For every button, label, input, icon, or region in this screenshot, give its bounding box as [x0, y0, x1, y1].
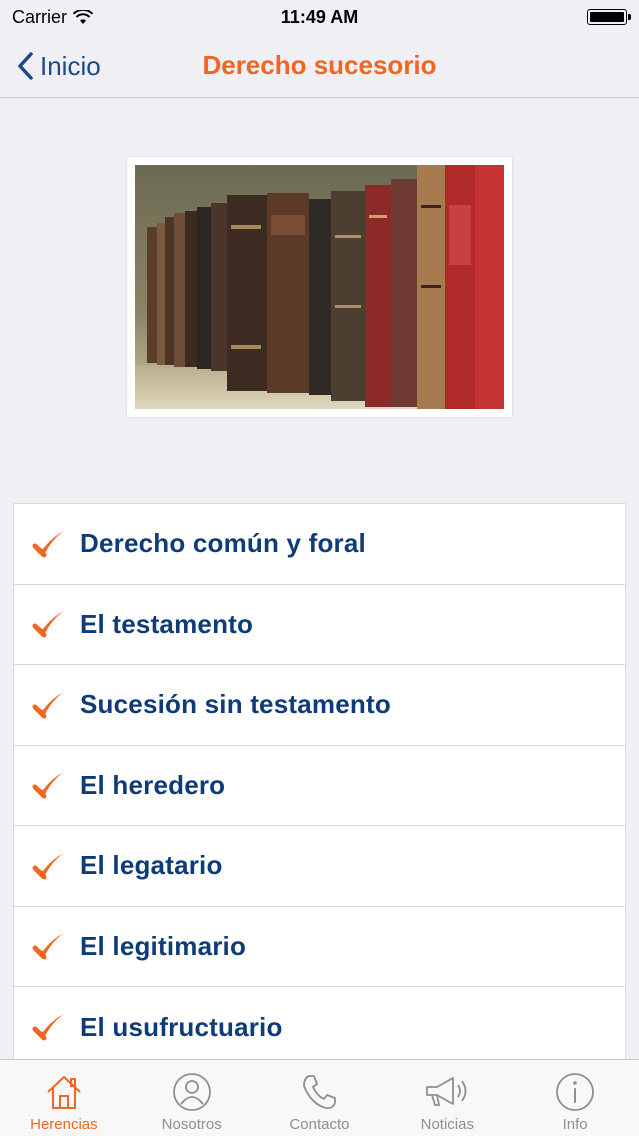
- carrier-label: Carrier: [12, 6, 68, 27]
- info-icon: [556, 1073, 594, 1111]
- tab-info[interactable]: Info: [511, 1060, 639, 1136]
- chevron-left-icon: [18, 52, 33, 80]
- status-left: Carrier: [12, 6, 94, 28]
- checkmark-icon: [14, 929, 80, 963]
- books-on-shelf-photo: [135, 165, 504, 409]
- list-item-label: Sucesión sin testamento: [80, 689, 391, 720]
- list-item-label: El legatario: [80, 850, 223, 881]
- list-item-label: El testamento: [80, 608, 254, 639]
- navigation-bar: Inicio Derecho sucesorio: [0, 34, 639, 98]
- megaphone-icon: [426, 1077, 467, 1106]
- battery-fill: [590, 12, 624, 22]
- tab-label: Noticias: [420, 1116, 474, 1133]
- topic-list: Derecho común y foral El testamento Suce…: [13, 503, 626, 1069]
- back-button[interactable]: Inicio: [16, 48, 101, 84]
- list-item-label: El usufructuario: [80, 1011, 283, 1042]
- hero-image-frame: [127, 157, 512, 417]
- tab-label: Nosotros: [161, 1116, 222, 1133]
- tab-label: Contacto: [289, 1116, 350, 1133]
- list-item[interactable]: El usufructuario: [14, 987, 625, 1068]
- person-icon: [172, 1073, 211, 1111]
- tab-label: Info: [562, 1116, 588, 1133]
- checkmark-icon: [14, 527, 80, 561]
- status-time: 11:49 AM: [280, 6, 359, 27]
- tab-label: Herencias: [30, 1116, 98, 1133]
- tab-bar: Herencias Nosotros Contacto Noticias Inf…: [0, 1059, 639, 1136]
- list-item[interactable]: Derecho común y foral: [14, 504, 625, 585]
- list-item-label: El legitimario: [80, 930, 247, 961]
- list-item[interactable]: El legitimario: [14, 907, 625, 987]
- tab-nosotros[interactable]: Nosotros: [128, 1060, 256, 1136]
- checkmark-icon: [14, 1010, 80, 1044]
- back-button-label: Inicio: [40, 50, 101, 81]
- wifi-icon: [73, 9, 94, 24]
- house-icon: [47, 1076, 81, 1109]
- list-item[interactable]: El testamento: [14, 585, 625, 665]
- checkmark-icon: [14, 768, 80, 802]
- list-item-label: Derecho común y foral: [80, 528, 366, 559]
- checkmark-icon: [14, 688, 80, 722]
- tab-herencias[interactable]: Herencias: [0, 1060, 128, 1136]
- list-item[interactable]: El legatario: [14, 826, 625, 907]
- tab-contacto[interactable]: Contacto: [256, 1060, 384, 1136]
- checkmark-icon: [14, 849, 80, 883]
- status-bar: Carrier 11:49 AM: [0, 0, 639, 34]
- checkmark-icon: [14, 607, 80, 641]
- list-item-label: El heredero: [80, 769, 226, 800]
- phone-icon: [303, 1075, 337, 1110]
- battery-icon: [587, 9, 631, 25]
- tab-noticias[interactable]: Noticias: [383, 1060, 511, 1136]
- list-item[interactable]: El heredero: [14, 746, 625, 826]
- list-item[interactable]: Sucesión sin testamento: [14, 665, 625, 746]
